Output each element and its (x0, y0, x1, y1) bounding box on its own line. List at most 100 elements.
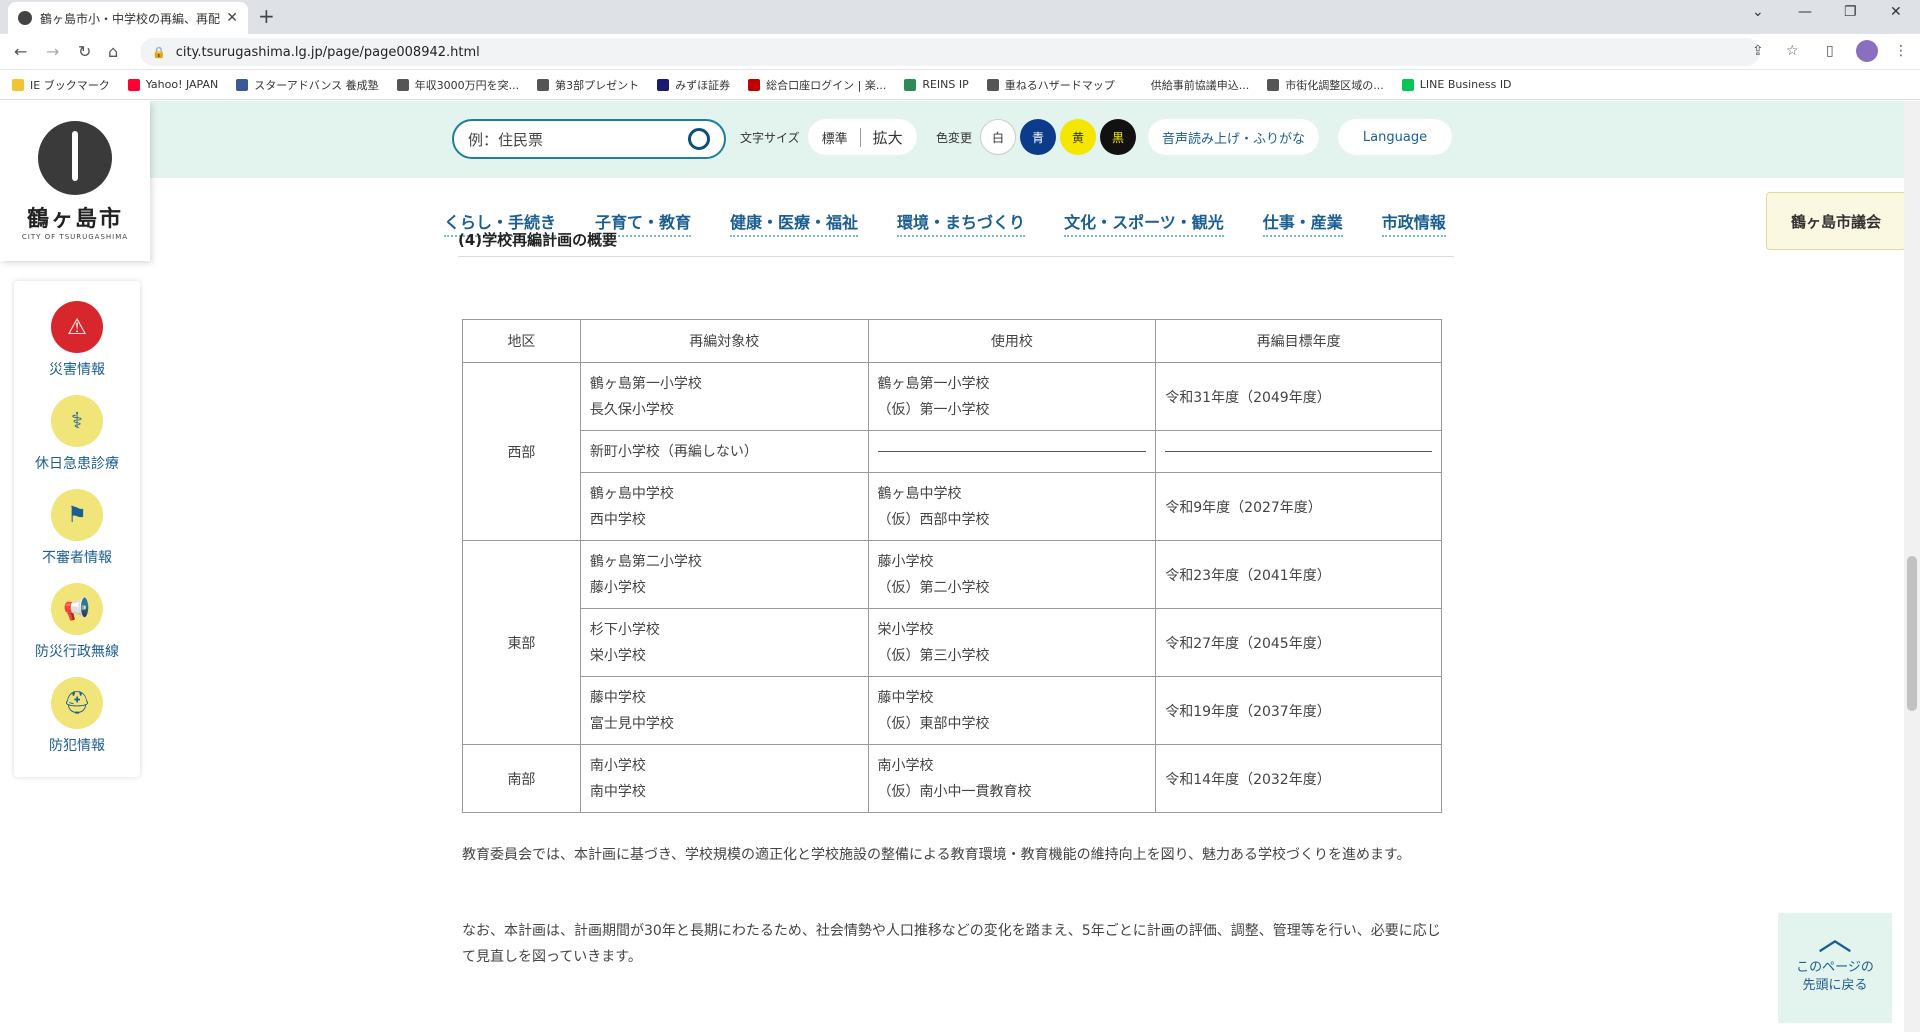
bookmark-label: みずほ証券 (675, 78, 731, 92)
color-option-2[interactable]: 黄 (1060, 119, 1097, 155)
address-bar-row: ← → ↻ ⌂ 🔒 city.tsurugashima.lg.jp/page/p… (0, 34, 1920, 70)
stethoscope-icon: ⚕ (51, 395, 103, 447)
bookmark-item[interactable]: REINS IP (904, 78, 969, 91)
new-tab-icon[interactable]: + (258, 4, 275, 28)
logo-text: 鶴ヶ島市 (26, 207, 123, 232)
minimize-icon[interactable]: — (1798, 4, 1812, 20)
color-option-1[interactable]: 青 (1020, 119, 1057, 155)
city-council-button[interactable]: 鶴ヶ島市議会 (1766, 192, 1906, 250)
sidebar-item[interactable]: ⛑ 防犯情報 (14, 677, 140, 755)
share-icon[interactable]: ⇪ (1752, 43, 1764, 59)
bookmark-label: スターアドバンス 養成塾 (254, 78, 379, 92)
target-schools-cell: 藤中学校 富士見中学校 (579, 676, 869, 745)
target-schools-cell: 南小学校 南中学校 (579, 744, 869, 813)
column-header: 地区 (462, 319, 581, 363)
empty-dash (1165, 451, 1432, 452)
bookmark-item[interactable]: Yahoo! JAPAN (127, 78, 218, 91)
use-school: 栄小学校 (877, 621, 934, 638)
forward-icon[interactable]: → (46, 42, 59, 61)
font-standard-button[interactable]: 標準 (822, 127, 861, 147)
table-row: 杉下小学校 栄小学校 栄小学校 （仮）第三小学校 令和27年度（2045年度） (463, 608, 1442, 677)
target-schools-cell: 鶴ヶ島第二小学校 藤小学校 (579, 540, 869, 609)
search-icon[interactable] (688, 128, 710, 150)
target-school: 鶴ヶ島中学校 (589, 485, 674, 502)
voice-ruby-button[interactable]: 音声読み上げ・ふりがな (1148, 119, 1320, 155)
warning-icon: ⚠ (51, 301, 103, 353)
bookmark-item[interactable]: LINE Business ID (1401, 78, 1512, 91)
use-school-cell: 藤中学校 （仮）東部中学校 (867, 676, 1157, 745)
scrollbar-thumb[interactable] (1907, 556, 1917, 711)
bookmark-label: 総合口座ログイン | 楽... (766, 78, 887, 92)
profile-avatar[interactable] (1856, 40, 1878, 62)
color-option-0[interactable]: 白 (980, 119, 1017, 155)
bookmarks-bar: IE ブックマーク Yahoo! JAPAN スターアドバンス 養成塾 年収3000万… (0, 70, 1920, 100)
home-icon[interactable]: ⌂ (108, 42, 118, 61)
use-school: （仮）南小中一貫教育校 (877, 783, 1032, 800)
font-size-label: 文字サイズ (740, 130, 800, 145)
use-school: 鶴ヶ島中学校 (877, 485, 962, 502)
bookmark-favicon-icon (748, 78, 761, 91)
menu-icon[interactable]: ⋮ (1894, 43, 1908, 59)
target-school: 西中学校 (589, 511, 646, 528)
lock-icon: 🔒 (152, 45, 166, 59)
target-year-cell: 令和23年度（2041年度） (1155, 540, 1442, 609)
bookmark-favicon-icon (396, 78, 409, 91)
table-row: 新町小学校（再編しない） (463, 430, 1442, 473)
page-scrollbar[interactable] (1904, 101, 1920, 1032)
search-placeholder: 例：住民票 (468, 130, 544, 149)
target-year-cell: 令和31年度（2049年度） (1155, 362, 1442, 431)
target-school: 杉下小学校 (589, 621, 660, 638)
target-school: 富士見中学校 (589, 715, 674, 732)
sidebar-item[interactable]: ⚕ 休日急患診療 (14, 395, 140, 473)
url-field[interactable]: 🔒 city.tsurugashima.lg.jp/page/page00894… (140, 38, 1760, 66)
bookmark-label: IE ブックマーク (30, 78, 110, 92)
use-school-cell: 南小学校 （仮）南小中一貫教育校 (867, 744, 1157, 813)
table-row: 鶴ヶ島中学校 西中学校 鶴ヶ島中学校 （仮）西部中学校 令和9年度（2027年度） (463, 472, 1442, 541)
back-to-top-button[interactable]: ︿ このページの 先頭に戻る (1778, 913, 1892, 1023)
bookmark-item[interactable]: IE ブックマーク (12, 77, 110, 93)
bookmark-item[interactable]: 第3部プレゼント (537, 77, 639, 93)
back-icon[interactable]: ← (14, 42, 27, 61)
sidebar-item[interactable]: ⚠ 災害情報 (14, 301, 140, 379)
bookmark-item[interactable]: 総合口座ログイン | 楽... (748, 77, 886, 93)
sidebar-item-label: 防犯情報 (49, 738, 105, 754)
sidebar-item[interactable]: ⚑ 不審者情報 (14, 489, 140, 567)
sidebar-item-label: 災害情報 (49, 362, 105, 378)
bookmark-item[interactable]: 重ねるハザードマップ (986, 77, 1115, 93)
tab-search-icon[interactable]: ⌄ (1752, 4, 1764, 20)
target-schools-cell: 鶴ヶ島中学校 西中学校 (579, 472, 869, 541)
target-school: 南小学校 (589, 757, 646, 774)
sidebar-item[interactable]: 📢 防災行政無線 (14, 583, 140, 661)
target-year-cell: 令和19年度（2037年度） (1155, 676, 1442, 745)
table-row: 南部 南小学校 南中学校 南小学校 （仮）南小中一貫教育校 令和14年度（2032年度） (462, 744, 1442, 813)
bookmark-label: LINE Business ID (1419, 78, 1512, 91)
bookmark-star-icon[interactable]: ☆ (1786, 43, 1799, 59)
use-school-cell: 栄小学校 （仮）第三小学校 (867, 608, 1157, 677)
sidebar-item-label: 防災行政無線 (35, 644, 119, 660)
color-option-3[interactable]: 黒 (1100, 119, 1137, 155)
bookmark-item[interactable]: みずほ証券 (657, 77, 730, 93)
font-large-button[interactable]: 拡大 (861, 127, 903, 148)
use-school: （仮）第三小学校 (877, 647, 990, 664)
restore-icon[interactable]: ❐ (1844, 4, 1857, 20)
use-school-cell (867, 430, 1157, 473)
site-logo[interactable]: 鶴ヶ島市 CITY OF TSURUGASHIMA (0, 101, 150, 261)
use-school-cell: 鶴ヶ島中学校 （仮）西部中学校 (867, 472, 1157, 541)
browser-tab[interactable]: 鶴ヶ島市小・中学校の再編、再配置 ✕ (8, 2, 248, 34)
bookmark-favicon-icon (127, 78, 140, 91)
bookmark-item[interactable]: 年収3000万円を突... (396, 77, 519, 93)
use-school: （仮）西部中学校 (877, 511, 990, 528)
site-search-input[interactable]: 例：住民票 (452, 119, 726, 159)
close-window-icon[interactable]: ✕ (1890, 4, 1902, 20)
side-panel-icon[interactable]: ▯ (1826, 43, 1834, 59)
bookmark-item[interactable]: スターアドバンス 養成塾 (236, 77, 379, 93)
bookmark-item[interactable]: 供給事前協議申込... (1132, 77, 1249, 93)
table-row: 東部 鶴ヶ島第二小学校 藤小学校 藤小学校 （仮）第二小学校 令和23年度（2041年度） (462, 540, 1442, 745)
bookmark-item[interactable]: 市街化調整区域の... (1267, 77, 1384, 93)
section-heading: (4)学校再編計画の概要 (458, 229, 1454, 257)
target-year: 令和19年度（2037年度） (1165, 703, 1331, 720)
close-tab-icon[interactable]: ✕ (226, 10, 238, 26)
language-button[interactable]: Language (1338, 119, 1452, 155)
target-year: 令和23年度（2041年度） (1165, 567, 1331, 584)
reload-icon[interactable]: ↻ (78, 42, 91, 61)
